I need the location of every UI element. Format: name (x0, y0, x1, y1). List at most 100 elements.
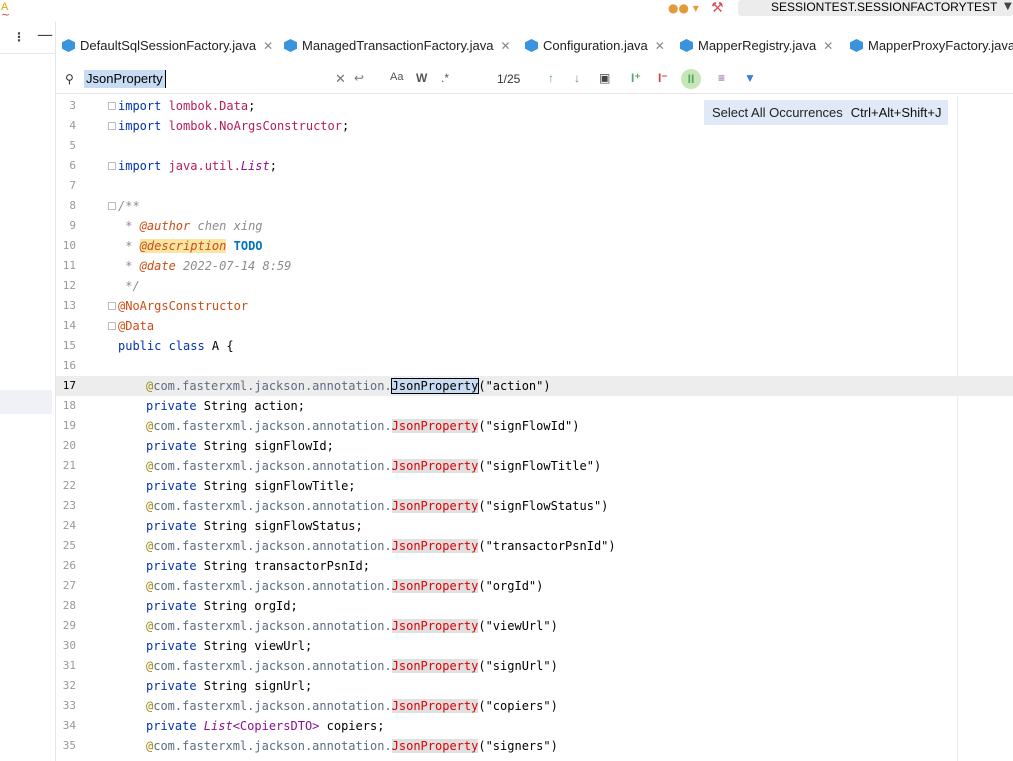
chevron-down-icon: ▼ (1004, 1, 1012, 12)
search-input[interactable]: JsonProperty (84, 70, 166, 88)
line-number: 23 (62, 499, 76, 512)
line-number: 30 (62, 639, 76, 652)
line-number: 31 (62, 659, 76, 672)
line-number: 17 (62, 379, 76, 392)
new-line-icon[interactable]: ↩ (354, 71, 364, 85)
run-configuration-select[interactable]: SESSIONTEST.SESSIONFACTORYTEST ▼ (738, 0, 1013, 16)
line-number: 7 (69, 179, 76, 192)
line-number: 16 (62, 359, 76, 372)
close-icon[interactable]: ✕ (823, 39, 833, 53)
code-text: private String viewUrl; (146, 639, 313, 653)
code-text: @NoArgsConstructor (118, 299, 249, 313)
code-text: @com.fasterxml.jackson.annotation.JsonPr… (146, 419, 580, 433)
tab-managed-transaction-factory[interactable]: ManagedTransactionFactory.java ✕ (284, 38, 511, 58)
find-bar: ⚲ JsonProperty ✕ ↩ Aa W .* 1/25 ↑ ↓ ▣ I⁺… (56, 66, 1013, 94)
search-match: JsonProperty (391, 579, 479, 593)
fold-icon[interactable] (108, 162, 116, 170)
fold-icon[interactable] (108, 122, 116, 130)
line-number: 28 (62, 599, 76, 612)
tab-mapper-registry[interactable]: MapperRegistry.java ✕ (680, 38, 833, 58)
top-toolbar: A ~ ●● ▾ ⚒ SESSIONTEST.SESSIONFACTORYTES… (0, 0, 1013, 22)
fold-icon[interactable] (108, 102, 116, 110)
code-line: 32 private String signUrl; (56, 676, 1013, 696)
code-text: @com.fasterxml.jackson.annotation.JsonPr… (146, 579, 544, 593)
tab-label: MapperRegistry.java (698, 38, 817, 53)
code-line: 7 (56, 176, 1013, 196)
tab-label: Configuration.java (543, 38, 648, 53)
code-line: 18 private String action; (56, 396, 1013, 416)
line-number: 22 (62, 479, 76, 492)
selected-tree-row[interactable] (0, 390, 52, 414)
line-number: 26 (62, 559, 76, 572)
build-hammer-icon[interactable]: ⚒ (711, 0, 724, 16)
code-text: @com.fasterxml.jackson.annotation.JsonPr… (146, 378, 551, 394)
code-text: private String orgId; (146, 599, 298, 613)
fold-icon[interactable] (108, 202, 116, 210)
code-line: 11 * @date 2022-07-14 8:59 (56, 256, 1013, 276)
tab-default-sql-session-factory[interactable]: DefaultSqlSessionFactory.java ✕ (62, 38, 273, 58)
arrow-up-icon[interactable]: ↑ (548, 71, 554, 85)
run-configuration-label: SESSIONTEST.SESSIONFACTORYTEST (771, 0, 998, 14)
code-text: @com.fasterxml.jackson.annotation.JsonPr… (146, 619, 558, 633)
code-line: 21 @com.fasterxml.jackson.annotation.Json… (56, 456, 1013, 476)
fold-icon[interactable] (108, 322, 116, 330)
code-line: 6 import java.util.List; (56, 156, 1013, 176)
add-occurrence-icon[interactable]: I⁺ (631, 71, 641, 85)
line-number: 34 (62, 719, 76, 732)
code-line: 16 (56, 356, 1013, 376)
code-line: 35 @com.fasterxml.jackson.annotation.Json… (56, 736, 1013, 756)
close-icon[interactable]: ✕ (500, 39, 510, 53)
select-all-occurrences-icon[interactable]: II (681, 69, 701, 89)
search-match: JsonProperty (391, 659, 479, 673)
code-line: 30 private String viewUrl; (56, 636, 1013, 656)
line-number: 10 (62, 239, 76, 252)
words-toggle[interactable]: W (416, 71, 427, 85)
code-line: 28 private String orgId; (56, 596, 1013, 616)
tool-window-header: ⋮ — (0, 22, 56, 54)
line-number: 32 (62, 679, 76, 692)
tab-mapper-proxy-factory[interactable]: MapperProxyFactory.java (850, 38, 1013, 58)
fold-icon[interactable] (108, 302, 116, 310)
code-line: 4 import lombok.NoArgsConstructor; (56, 116, 1013, 136)
search-match: JsonProperty (391, 539, 479, 553)
match-case-toggle[interactable]: Aa (390, 71, 403, 83)
regex-toggle[interactable]: .* (441, 71, 449, 85)
line-number: 25 (62, 539, 76, 552)
vcs-users-icon[interactable]: ●● ▾ (668, 1, 699, 15)
code-line: 27 @com.fasterxml.jackson.annotation.Json… (56, 576, 1013, 596)
code-line: 25 @com.fasterxml.jackson.annotation.Json… (56, 536, 1013, 556)
remove-occurrence-icon[interactable]: I⁻ (658, 71, 668, 85)
code-text: private String signFlowStatus; (146, 519, 363, 533)
line-number: 33 (62, 699, 76, 712)
clear-icon[interactable]: ✕ (335, 71, 346, 87)
search-match: JsonProperty (391, 459, 479, 473)
close-icon[interactable]: ✕ (655, 39, 665, 53)
code-text: * @description TODO (118, 239, 263, 253)
filter-icon[interactable]: ▼ (744, 71, 756, 85)
code-line: 9 * @author chen xing (56, 216, 1013, 236)
line-number: 19 (62, 419, 76, 432)
close-icon[interactable]: ✕ (263, 39, 273, 53)
search-match: JsonProperty (391, 419, 479, 433)
code-text: public class A { (118, 339, 234, 353)
code-line: 19 @com.fasterxml.jackson.annotation.Json… (56, 416, 1013, 436)
more-options-icon[interactable]: ⋮ (13, 30, 25, 44)
code-line: 23 @com.fasterxml.jackson.annotation.Json… (56, 496, 1013, 516)
code-editor[interactable]: 3 import lombok.Data; 4 import lombok.NoAr… (56, 96, 1013, 761)
line-number: 4 (69, 119, 76, 132)
filter-lines-icon[interactable]: ≡ (718, 71, 725, 85)
code-text: @com.fasterxml.jackson.annotation.JsonPr… (146, 659, 558, 673)
minimize-icon[interactable]: — (37, 25, 53, 44)
search-icon[interactable]: ⚲ (65, 72, 74, 86)
code-text: */ (118, 279, 140, 293)
line-number: 13 (62, 299, 76, 312)
arrow-down-icon[interactable]: ↓ (574, 71, 580, 85)
open-in-window-icon[interactable]: ▣ (599, 71, 610, 85)
code-text: * @author chen xing (118, 219, 263, 233)
tab-configuration[interactable]: Configuration.java ✕ (525, 38, 665, 58)
code-line: 31 @com.fasterxml.jackson.annotation.Json… (56, 656, 1013, 676)
code-text: private String signUrl; (146, 679, 313, 693)
java-class-icon (850, 39, 863, 52)
code-text: @com.fasterxml.jackson.annotation.JsonPr… (146, 539, 616, 553)
java-class-icon (680, 39, 693, 52)
